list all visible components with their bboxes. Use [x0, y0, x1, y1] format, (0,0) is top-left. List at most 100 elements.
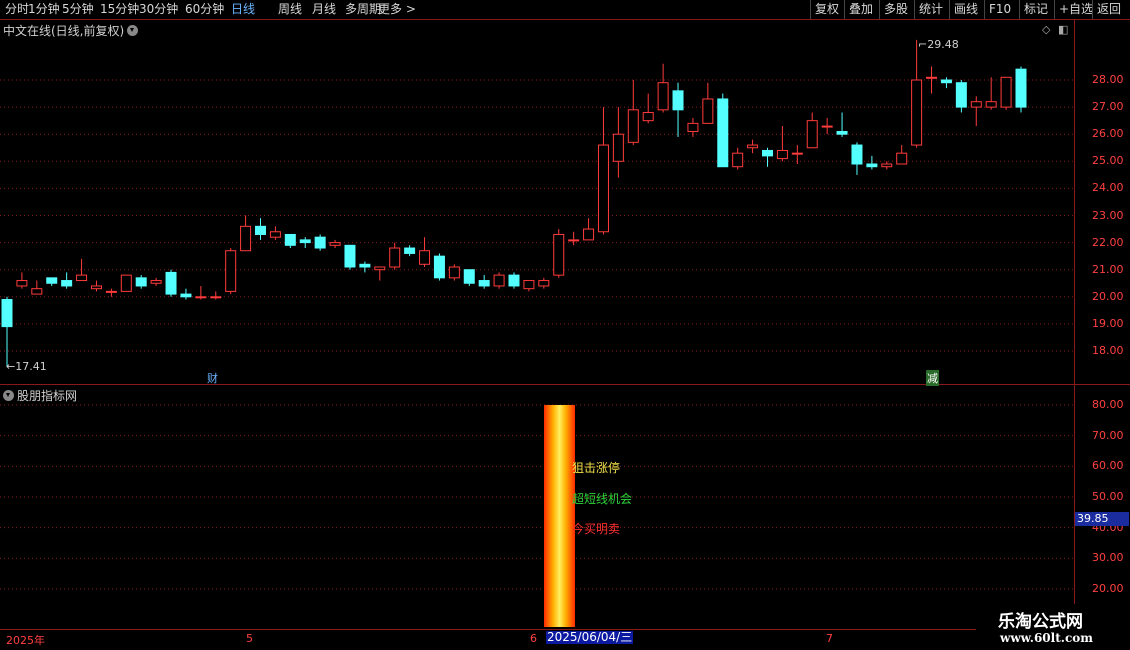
- candle-body: [538, 280, 550, 287]
- candle-body: [866, 163, 878, 168]
- cursor-date: 2025/06/04/三: [546, 630, 634, 644]
- candle-body: [642, 112, 654, 122]
- price-tick-label: 18.00: [1092, 344, 1124, 357]
- candle-body: [180, 293, 192, 298]
- price-tick-label: 27.00: [1092, 100, 1124, 114]
- grid-lines: [0, 79, 1074, 590]
- candle-body: [76, 274, 88, 282]
- candle-body: [896, 152, 908, 165]
- candle-body: [344, 244, 356, 268]
- candle-body: [1015, 68, 1027, 108]
- watermark-url: www.60lt.com: [1000, 631, 1093, 645]
- candle-body: [553, 233, 565, 276]
- candle-body: [359, 263, 371, 268]
- reduce-event-marker[interactable]: 减: [926, 370, 939, 386]
- indicator-plot: [544, 405, 575, 627]
- candle-body: [672, 90, 684, 111]
- candle-body: [955, 82, 967, 108]
- indicator-tick-label: 30.00: [1092, 551, 1124, 565]
- finance-event-marker[interactable]: 财: [207, 370, 218, 386]
- candlestick-chart: [0, 39, 1074, 627]
- candle-body: [61, 280, 73, 287]
- candle-body: [433, 255, 445, 279]
- candle-body: [284, 233, 296, 246]
- candle-body: [583, 228, 595, 241]
- candle-body: [717, 98, 729, 168]
- candle-body: [657, 82, 669, 111]
- candle-body: [493, 274, 505, 287]
- price-tick-label: 22.00: [1092, 235, 1124, 249]
- price-tick-label: 19.00: [1092, 316, 1124, 330]
- candle-body: [329, 242, 341, 246]
- candles: [1, 39, 1027, 367]
- candle-body: [478, 280, 490, 287]
- candle-body: [120, 274, 132, 292]
- price-tick-label: 26.00: [1092, 127, 1124, 141]
- candle-body: [1000, 76, 1012, 108]
- indicator-current-value: 39.85: [1075, 512, 1129, 526]
- candle-body: [448, 266, 460, 279]
- low-price-label: ←17.41: [6, 360, 47, 373]
- candle-body: [597, 144, 609, 233]
- price-tick-label: 28.00: [1092, 73, 1124, 86]
- indicator-tick-label: 50.00: [1092, 490, 1124, 503]
- price-tick-label: 20.00: [1092, 289, 1124, 303]
- candle-body: [821, 125, 833, 128]
- candle-body: [165, 271, 177, 295]
- candle-body: [985, 101, 997, 108]
- candle-body: [31, 288, 43, 295]
- candle-body: [791, 152, 803, 155]
- candle-body: [463, 269, 475, 284]
- price-tick-label: 23.00: [1092, 208, 1124, 222]
- price-tick-label: 21.00: [1092, 262, 1124, 276]
- candle-body: [836, 130, 848, 135]
- candle-body: [523, 280, 535, 290]
- time-label-june: 6: [530, 632, 537, 645]
- indicator-tick-label: 20.00: [1092, 582, 1124, 595]
- candle-body: [881, 163, 893, 168]
- candle-body: [255, 225, 266, 235]
- candle-body: [225, 250, 237, 292]
- candle-body: [1, 299, 13, 328]
- price-tick-label: 25.00: [1092, 154, 1124, 168]
- candle-body: [911, 79, 923, 146]
- candle-body: [269, 231, 281, 238]
- candle-body: [702, 98, 714, 124]
- time-label-july: 7: [826, 632, 833, 645]
- candle-body: [627, 109, 639, 143]
- signal-buy-today-sell-tomorrow: 今买明卖: [572, 522, 621, 536]
- candle-body: [508, 274, 520, 287]
- candle-body: [389, 247, 401, 268]
- candle-body: [612, 133, 624, 162]
- candle-body: [404, 247, 416, 254]
- candle-body: [135, 277, 147, 287]
- candle-body: [747, 144, 759, 149]
- low-arrow-icon: ←: [6, 360, 16, 373]
- candle-body: [732, 152, 744, 168]
- candle-body: [776, 149, 788, 160]
- candle-body: [195, 296, 207, 299]
- candle-body: [806, 120, 818, 149]
- candle-body: [210, 296, 222, 299]
- candle-body: [314, 236, 326, 249]
- high-price-label: ⌐29.48: [918, 38, 959, 51]
- indicator-tick-label: 70.00: [1092, 428, 1124, 442]
- time-label-may: 5: [246, 632, 253, 645]
- signal-short-term: 超短线机会: [572, 492, 633, 506]
- candle-body: [687, 122, 699, 132]
- candle-body: [568, 239, 580, 242]
- candle-body: [299, 239, 311, 244]
- candle-body: [926, 76, 938, 79]
- candle-body: [46, 277, 58, 284]
- indicator-tick-label: 60.00: [1092, 459, 1124, 473]
- candle-body: [762, 149, 773, 157]
- time-label-year: 2025年: [6, 634, 45, 647]
- candle-body: [940, 79, 952, 84]
- candle-body: [851, 144, 863, 165]
- candle-body: [374, 266, 386, 271]
- candle-body: [16, 280, 28, 287]
- signal-sniper-limit-up: 狙击涨停: [572, 461, 621, 475]
- candle-body: [90, 285, 102, 290]
- candle-body: [970, 101, 982, 108]
- indicator-tick-label: 80.00: [1092, 398, 1124, 411]
